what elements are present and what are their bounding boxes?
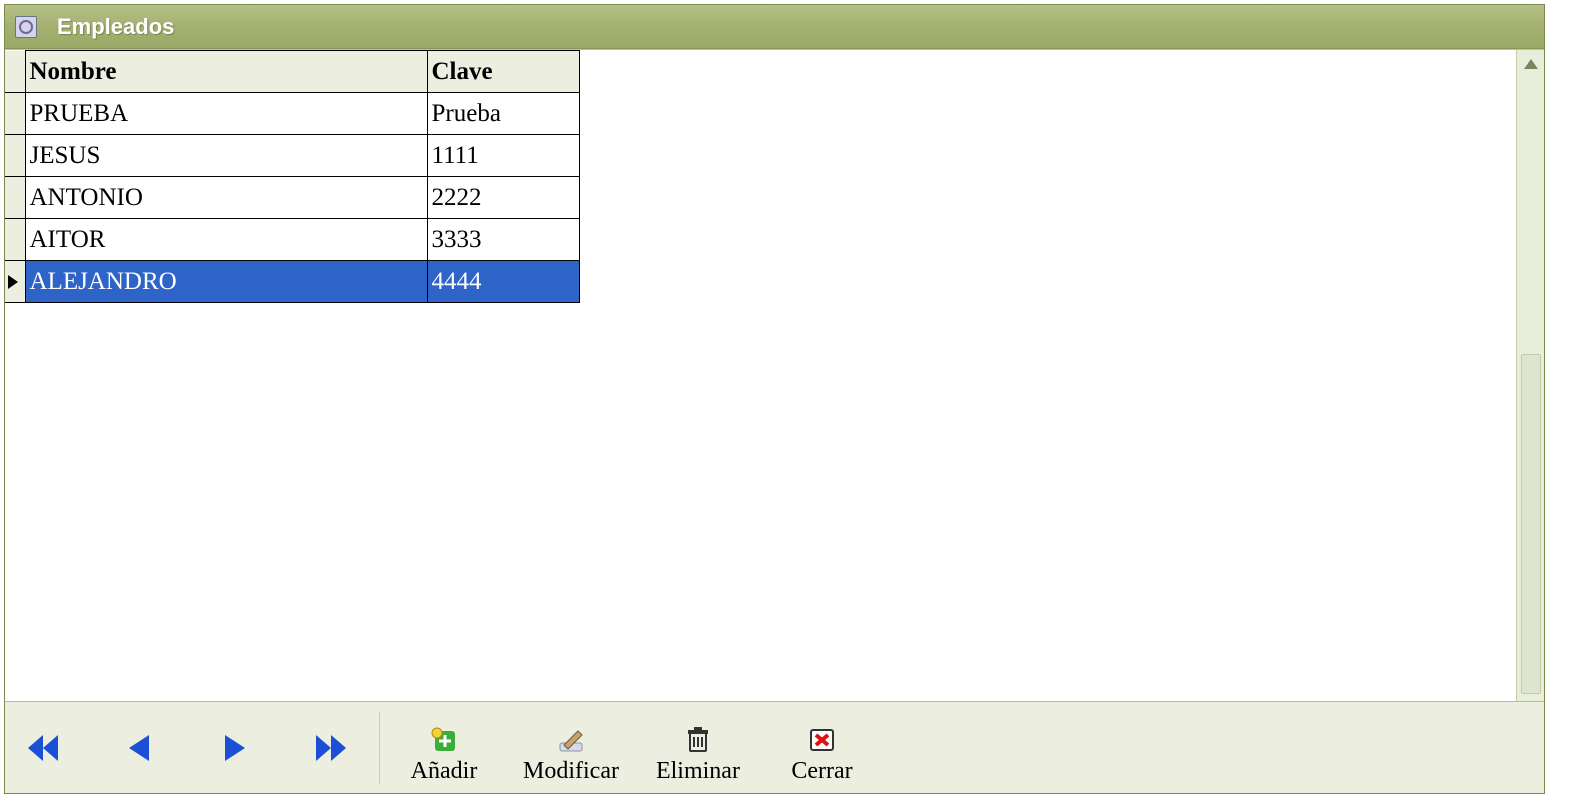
employees-table: Nombre Clave PRUEBAPruebaJESUS1111ANTONI… — [5, 50, 580, 303]
bottom-toolbar: Añadir Modificar — [5, 701, 1544, 793]
cell-nombre[interactable]: ALEJANDRO — [25, 261, 427, 303]
app-window: Empleados Nombre Clave PRUEBAPruebaJESUS… — [4, 4, 1545, 794]
edit-icon — [557, 726, 585, 754]
cell-clave[interactable]: 3333 — [427, 219, 579, 261]
row-indicator-header — [5, 51, 25, 93]
grid-container: Nombre Clave PRUEBAPruebaJESUS1111ANTONI… — [5, 50, 1516, 701]
window-title: Empleados — [57, 14, 174, 40]
app-icon — [15, 16, 37, 38]
vertical-scrollbar[interactable] — [1516, 50, 1544, 701]
table-row[interactable]: ANTONIO2222 — [5, 177, 579, 219]
scroll-track[interactable] — [1521, 74, 1541, 677]
modify-label: Modificar — [523, 758, 619, 785]
add-label: Añadir — [411, 758, 478, 785]
cell-clave[interactable]: 4444 — [427, 261, 579, 303]
modify-button[interactable]: Modificar — [523, 726, 619, 785]
cell-clave[interactable]: 1111 — [427, 135, 579, 177]
row-indicator[interactable] — [5, 177, 25, 219]
close-icon — [808, 726, 836, 754]
table-row[interactable]: PRUEBAPrueba — [5, 93, 579, 135]
nav-prev-button[interactable] — [121, 730, 157, 766]
cell-nombre[interactable]: AITOR — [25, 219, 427, 261]
scroll-up-icon[interactable] — [1521, 54, 1541, 74]
nav-last-button[interactable] — [313, 730, 349, 766]
row-indicator[interactable] — [5, 219, 25, 261]
scroll-thumb[interactable] — [1521, 354, 1541, 694]
cell-clave[interactable]: Prueba — [427, 93, 579, 135]
trash-icon — [684, 726, 712, 754]
titlebar: Empleados — [5, 5, 1544, 49]
cell-clave[interactable]: 2222 — [427, 177, 579, 219]
row-indicator[interactable] — [5, 261, 25, 303]
toolbar-separator — [379, 712, 381, 784]
cell-nombre[interactable]: ANTONIO — [25, 177, 427, 219]
cell-nombre[interactable]: JESUS — [25, 135, 427, 177]
row-indicator[interactable] — [5, 135, 25, 177]
add-icon — [430, 726, 458, 754]
add-button[interactable]: Añadir — [399, 726, 489, 785]
nav-first-button[interactable] — [25, 730, 61, 766]
row-indicator[interactable] — [5, 93, 25, 135]
current-row-marker-icon — [8, 275, 18, 289]
column-header-nombre[interactable]: Nombre — [25, 51, 427, 93]
cell-nombre[interactable]: PRUEBA — [25, 93, 427, 135]
action-buttons: Añadir Modificar — [399, 702, 867, 793]
nav-next-button[interactable] — [217, 730, 253, 766]
column-header-clave[interactable]: Clave — [427, 51, 579, 93]
table-row[interactable]: ALEJANDRO4444 — [5, 261, 579, 303]
record-navigator — [15, 702, 369, 793]
table-row[interactable]: JESUS1111 — [5, 135, 579, 177]
table-row[interactable]: AITOR3333 — [5, 219, 579, 261]
delete-label: Eliminar — [656, 758, 740, 785]
close-button[interactable]: Cerrar — [777, 726, 867, 785]
delete-button[interactable]: Eliminar — [653, 726, 743, 785]
content-area: Nombre Clave PRUEBAPruebaJESUS1111ANTONI… — [5, 49, 1544, 701]
close-label: Cerrar — [791, 758, 852, 785]
